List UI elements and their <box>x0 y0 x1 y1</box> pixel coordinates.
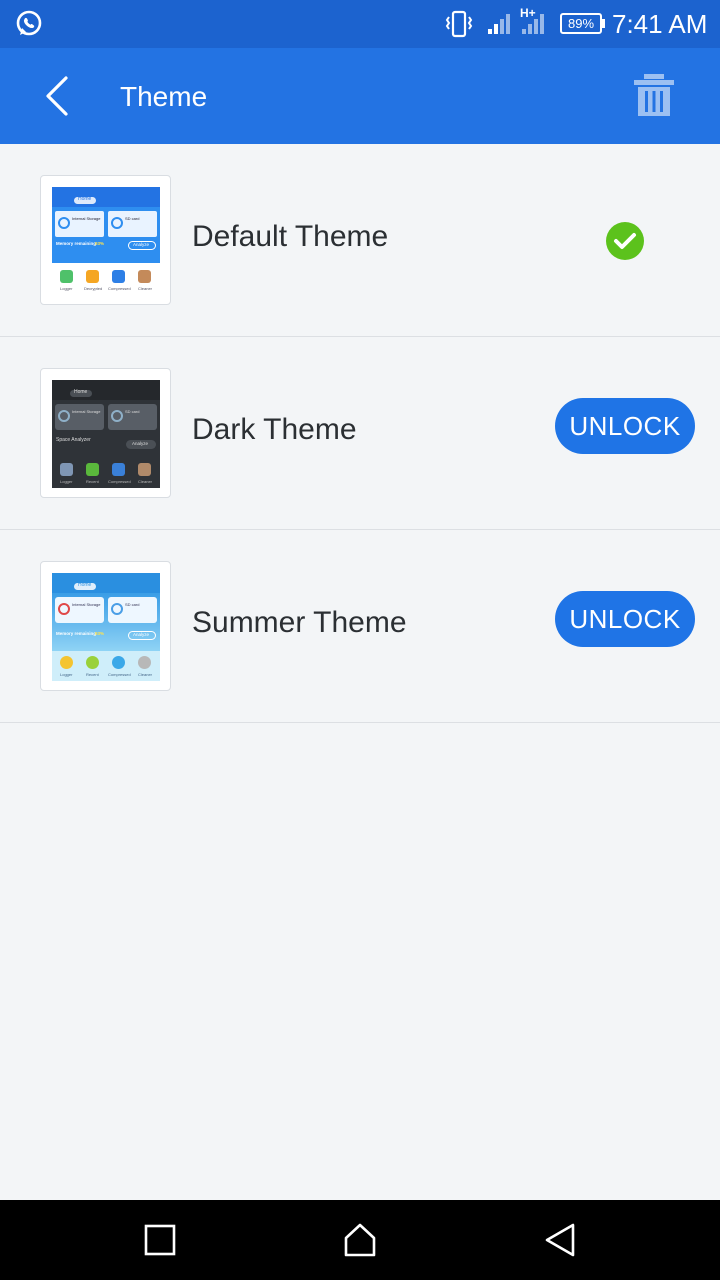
theme-preview-summer: Home Internal Storage SD card Memory rem… <box>40 561 171 691</box>
back-arrow-icon[interactable] <box>38 74 74 118</box>
check-circle-icon <box>606 222 644 260</box>
battery-percent: 89% <box>567 16 595 31</box>
recents-icon[interactable] <box>144 1224 176 1256</box>
unlock-button[interactable]: UNLOCK <box>555 591 695 647</box>
battery-tip <box>602 19 605 28</box>
theme-row-summer[interactable]: Home Internal Storage SD card Memory rem… <box>0 530 720 723</box>
theme-preview-default: Home Internal Storage SD card Memory rem… <box>40 175 171 305</box>
theme-row-dark[interactable]: Home Internal Storage SD card Space Anal… <box>0 337 720 530</box>
unlock-button[interactable]: UNLOCK <box>555 398 695 454</box>
clock: 7:41 AM <box>612 9 708 39</box>
whatsapp-icon <box>16 10 42 36</box>
theme-list: Home Internal Storage SD card Memory rem… <box>0 144 720 723</box>
theme-preview-dark: Home Internal Storage SD card Space Anal… <box>40 368 171 498</box>
back-icon[interactable] <box>542 1222 578 1258</box>
home-icon[interactable] <box>342 1222 378 1258</box>
network-type: H+ <box>520 6 536 20</box>
theme-name: Default Theme <box>192 220 389 253</box>
trash-icon[interactable] <box>630 72 678 120</box>
navigation-bar <box>0 1200 720 1280</box>
status-bar: H+ 89% 7:41 AM <box>0 0 720 48</box>
vibrate-icon <box>445 10 473 38</box>
theme-row-default[interactable]: Home Internal Storage SD card Memory rem… <box>0 144 720 337</box>
page-title: Theme <box>120 81 208 112</box>
theme-name: Summer Theme <box>192 606 407 639</box>
app-bar: Theme <box>0 48 720 144</box>
theme-name: Dark Theme <box>192 413 357 446</box>
battery-icon: 89% <box>560 13 602 34</box>
signal-icon <box>488 14 544 34</box>
